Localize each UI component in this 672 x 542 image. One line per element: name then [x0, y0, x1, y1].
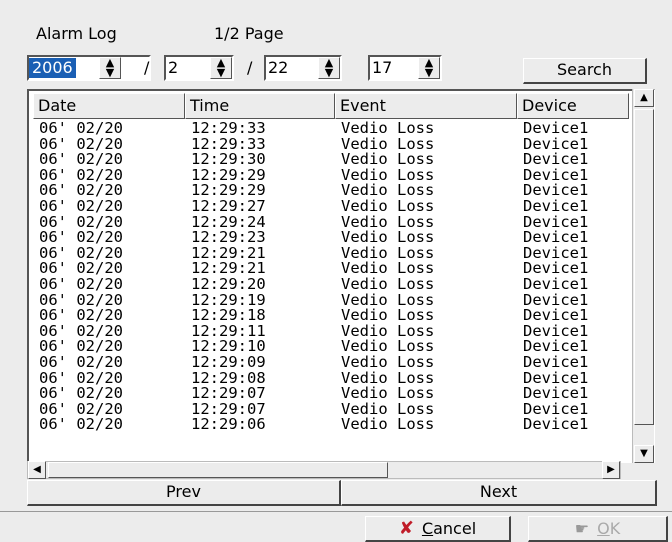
alarm-log-panel: Alarm Log 1/2 Page 2006 ▲ ▼ / 2 ▲ ▼ / 22 ▲… [0, 0, 672, 506]
horizontal-scrollbar[interactable]: ◀ ▶ [27, 461, 621, 479]
scroll-right-arrow-icon[interactable]: ▶ [602, 461, 620, 479]
cell-time: 12:29:06 [191, 415, 266, 434]
hour-spin-buttons[interactable]: ▲ ▼ [418, 57, 440, 79]
scroll-left-arrow-icon[interactable]: ◀ [28, 461, 46, 479]
search-button[interactable]: Search [523, 58, 647, 84]
table-body: 06' 02/20 12:29:33 Vedio Loss Device1 06' 02… [39, 120, 635, 433]
cell-date: 06' 02/20 [39, 415, 123, 434]
year-value[interactable]: 2006 [29, 58, 76, 78]
day-spinner[interactable]: 22 ▲ ▼ [264, 55, 342, 81]
page-title: Alarm Log [36, 24, 117, 43]
ok-hand-icon: ☛ [574, 519, 590, 538]
vertical-scroll-thumb[interactable] [634, 109, 654, 425]
divider [0, 511, 672, 512]
column-header-device[interactable]: Device [517, 93, 629, 119]
prev-button[interactable]: Prev [27, 480, 341, 506]
date-separator: / [247, 58, 253, 77]
table-row[interactable]: 06' 02/20 12:29:06 Vedio Loss Device1 [39, 417, 635, 433]
alarm-list[interactable]: Date Time Event Device 06' 02/20 12:29:33… [27, 89, 655, 463]
year-spinner[interactable]: 2006 ▲ ▼ [27, 55, 151, 81]
ok-button-label: OK [597, 519, 621, 538]
vertical-scrollbar[interactable]: ▲ ▼ [632, 89, 654, 463]
table-header: Date Time Event Device [33, 93, 629, 119]
ok-button[interactable]: ☛ OK [528, 516, 668, 542]
month-spin-buttons[interactable]: ▲ ▼ [210, 57, 232, 79]
year-spin-buttons[interactable]: ▲ ▼ [99, 57, 121, 79]
next-button[interactable]: Next [341, 480, 657, 506]
hour-spinner[interactable]: 17 ▲ ▼ [368, 55, 442, 81]
date-separator: / [144, 58, 150, 77]
scroll-up-arrow-icon[interactable]: ▲ [634, 89, 654, 107]
cell-event: Vedio Loss [341, 415, 435, 434]
page-indicator: 1/2 Page [214, 24, 284, 43]
horizontal-scroll-thumb[interactable] [48, 462, 388, 478]
day-spin-buttons[interactable]: ▲ ▼ [318, 57, 340, 79]
column-header-time[interactable]: Time [185, 93, 335, 119]
cancel-button-label: Cancel [421, 519, 477, 538]
column-header-date[interactable]: Date [33, 93, 185, 119]
cancel-x-icon: ✘ [398, 517, 414, 539]
cancel-button[interactable]: ✘ Cancel [365, 516, 511, 542]
month-spinner[interactable]: 2 ▲ ▼ [164, 55, 234, 81]
scroll-down-arrow-icon[interactable]: ▼ [634, 445, 654, 463]
cell-device: Device1 [523, 415, 589, 434]
column-header-event[interactable]: Event [335, 93, 517, 119]
